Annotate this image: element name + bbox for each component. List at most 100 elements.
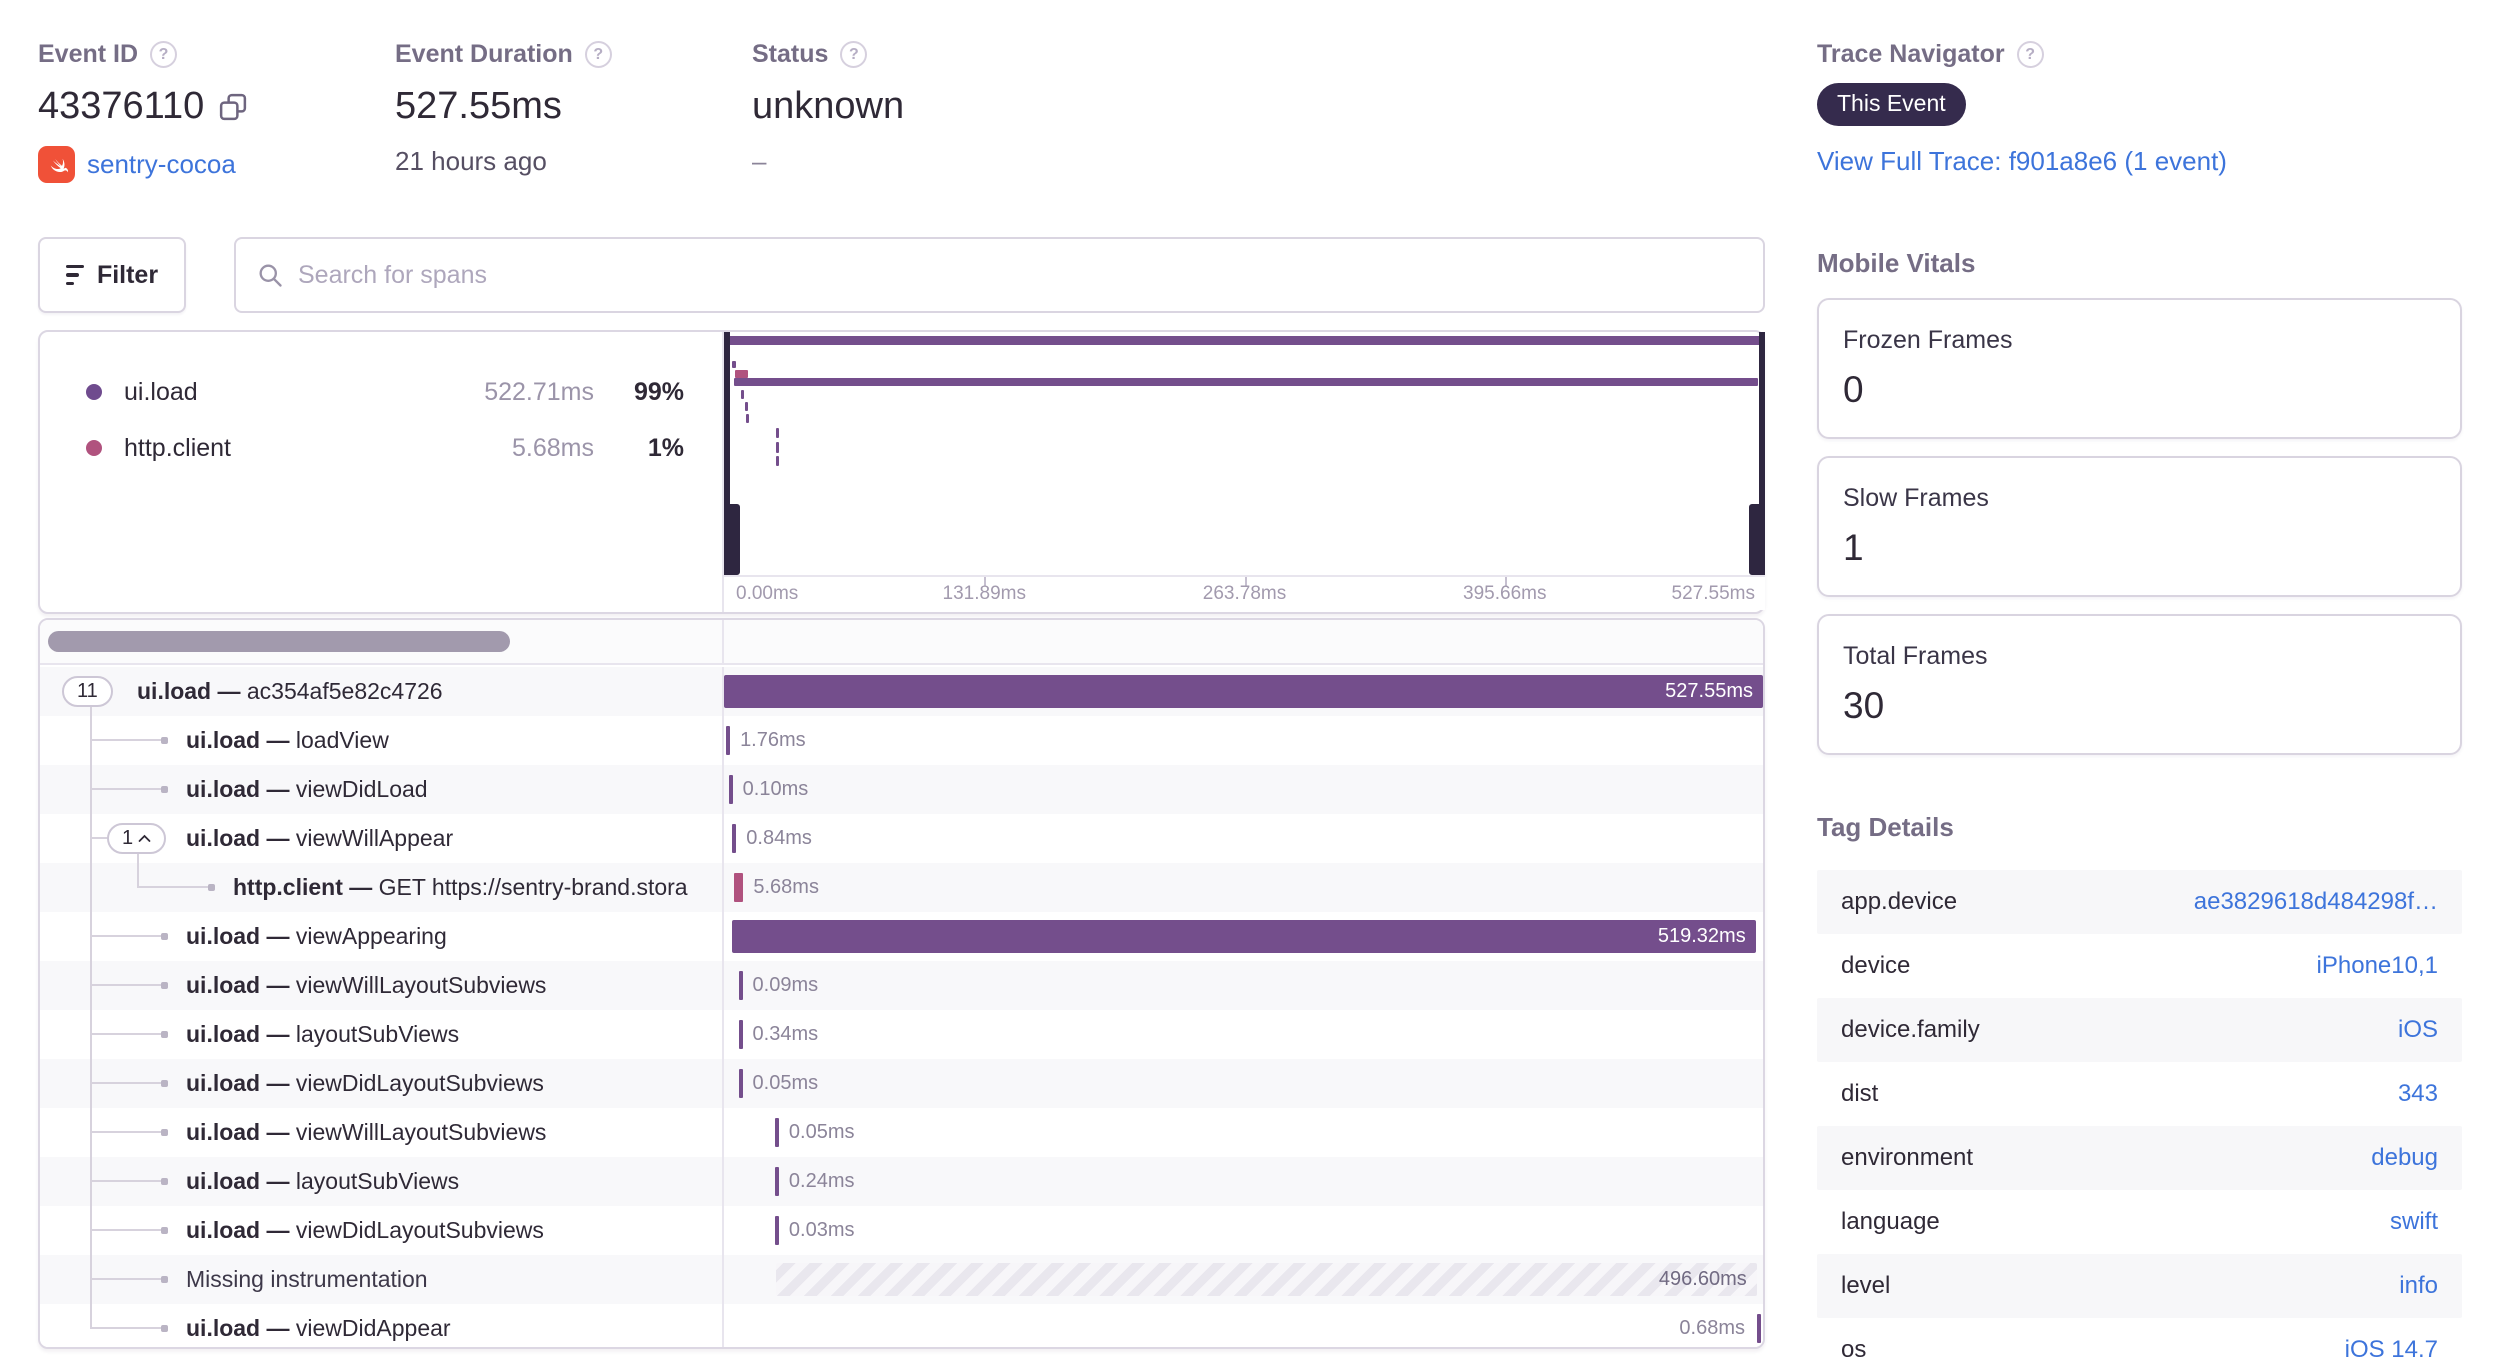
tag-value-link[interactable]: ae3829618d484298f… <box>2194 888 2438 916</box>
mobile-vitals-cards: Frozen Frames 0 Slow Frames 1 Total Frames 30 <box>1817 298 2462 772</box>
span-row[interactable]: 1 ui.load — viewWillAppear 0.84ms <box>40 814 1763 863</box>
tree-connector-dot <box>208 884 215 891</box>
span-duration-tick <box>738 1069 743 1098</box>
vital-label: Frozen Frames <box>1843 326 2013 354</box>
span-children-toggle[interactable]: 1 <box>107 823 167 854</box>
axis-tick-label: 395.66ms <box>1463 583 1547 604</box>
minimap-handle-grip[interactable] <box>1749 504 1765 575</box>
span-row[interactable]: ui.load — viewDidLoad 0.10ms <box>40 765 1763 814</box>
span-row[interactable]: ui.load — viewAppearing 519.32ms <box>40 912 1763 961</box>
minimap-handle-grip[interactable] <box>724 504 740 575</box>
legend-duration: 522.71ms <box>484 378 594 406</box>
span-duration-tick <box>774 1216 779 1245</box>
tag-value-link[interactable]: 343 <box>2398 1080 2438 1108</box>
tag-value-link[interactable]: iOS 14.7 <box>2345 1336 2438 1364</box>
span-row[interactable]: Missing instrumentation 496.60ms <box>40 1255 1763 1304</box>
filter-button-label: Filter <box>96 260 159 289</box>
swift-icon <box>38 146 75 183</box>
tag-key: level <box>1841 1272 1891 1299</box>
span-row[interactable]: ui.load — viewWillLayoutSubviews 0.05ms <box>40 1108 1763 1157</box>
span-row-tree-cell: ui.load — viewDidAppear <box>40 1304 724 1347</box>
span-op: ui.load — <box>186 727 296 753</box>
span-row[interactable]: ui.load — viewWillLayoutSubviews 0.09ms <box>40 961 1763 1010</box>
tag-value-link[interactable]: swift <box>2390 1208 2438 1236</box>
tag-value-link[interactable]: info <box>2399 1272 2438 1300</box>
help-icon[interactable]: ? <box>584 41 612 68</box>
tag-value-link[interactable]: iOS <box>2398 1016 2438 1044</box>
span-duration-tick <box>774 1118 779 1147</box>
span-row-tree-cell: ui.load — viewDidLayoutSubviews <box>40 1206 724 1255</box>
vital-card: Total Frames 30 <box>1817 614 2462 755</box>
span-row-tree-cell: ui.load — viewAppearing <box>40 912 724 961</box>
horizontal-scrollbar[interactable] <box>48 631 510 652</box>
span-row-tree-cell: 1 ui.load — viewWillAppear <box>40 814 724 863</box>
span-description: Missing instrumentation <box>186 1255 428 1304</box>
span-description: ui.load — viewDidLayoutSubviews <box>186 1059 544 1108</box>
help-icon[interactable]: ? <box>150 41 178 68</box>
tree-connector-dot <box>161 1129 168 1136</box>
tag-key: app.device <box>1841 888 1958 915</box>
help-icon[interactable]: ? <box>840 41 868 68</box>
span-row[interactable]: ui.load — layoutSubViews 0.24ms <box>40 1157 1763 1206</box>
span-op: ui.load — <box>186 923 296 949</box>
vital-label: Slow Frames <box>1843 484 1989 512</box>
tree-connector-line <box>90 1229 161 1231</box>
search-input[interactable] <box>298 260 1743 290</box>
span-duration-tick <box>774 1167 779 1196</box>
project-link[interactable]: sentry-cocoa <box>87 149 236 180</box>
span-duration-label: 5.68ms <box>753 876 819 898</box>
span-row-bar-cell: 0.24ms <box>724 1157 1763 1206</box>
span-row[interactable]: ui.load — viewDidLayoutSubviews 0.05ms <box>40 1059 1763 1108</box>
tag-value-link[interactable]: debug <box>2371 1144 2438 1172</box>
tree-connector-line <box>90 788 161 790</box>
span-op: ui.load — <box>137 678 247 704</box>
span-children-toggle[interactable]: 11 <box>62 676 113 707</box>
span-rows: 11 ui.load — ac354af5e82c4726 527.55ms ui.l… <box>40 667 1763 1347</box>
span-row-bar-cell: 0.05ms <box>724 1108 1763 1157</box>
minimap-legend: ui.load 522.71ms 99% http.client 5.68ms 1% <box>40 332 724 612</box>
legend-item[interactable]: http.client 5.68ms 1% <box>40 428 722 468</box>
minimap-span-mark <box>776 442 780 453</box>
span-description: http.client — GET https://sentry-brand.s… <box>233 863 688 912</box>
tag-value-link[interactable]: iPhone10,1 <box>2317 952 2438 980</box>
span-duration-label: 0.09ms <box>752 974 819 996</box>
span-duration-tick <box>726 726 731 755</box>
filter-button[interactable]: Filter <box>38 237 186 313</box>
tree-connector-line <box>90 739 161 741</box>
span-name: viewDidLoad <box>295 776 428 802</box>
span-row[interactable]: ui.load — viewDidLayoutSubviews 0.03ms <box>40 1206 1763 1255</box>
legend-item[interactable]: ui.load 522.71ms 99% <box>40 372 722 412</box>
span-row[interactable]: ui.load — viewDidAppear 0.68ms <box>40 1304 1763 1347</box>
tree-connector-dot <box>161 982 168 989</box>
span-row-bar-cell: 5.68ms <box>724 863 1763 912</box>
tree-connector-line <box>90 984 161 986</box>
vital-value: 0 <box>1843 369 1864 410</box>
span-op: ui.load — <box>186 1070 296 1096</box>
span-row-tree-cell: ui.load — viewWillLayoutSubviews <box>40 1108 724 1157</box>
span-duration-tick <box>734 873 744 902</box>
time-axis: 0.00ms 131.89ms 263.78ms 395.66ms 527.55ms <box>724 575 1765 610</box>
chevron-up-icon <box>138 834 151 842</box>
span-name: GET https://sentry-brand.stora <box>378 874 688 900</box>
tag-row: level info <box>1817 1254 2462 1318</box>
span-name: viewWillLayoutSubviews <box>295 972 547 998</box>
search-icon <box>259 264 282 287</box>
minimap-span-mark <box>776 456 780 466</box>
span-row-tree-cell: ui.load — viewWillLayoutSubviews <box>40 961 724 1010</box>
tag-details-title: Tag Details <box>1817 812 1954 842</box>
span-row[interactable]: ui.load — loadView 1.76ms <box>40 716 1763 765</box>
span-name: layoutSubViews <box>295 1168 460 1194</box>
span-name: viewWillLayoutSubviews <box>295 1119 547 1145</box>
missing-instrumentation-bar: 496.60ms <box>775 1263 1757 1296</box>
minimap-chart[interactable] <box>724 332 1765 575</box>
span-row[interactable]: http.client — GET https://sentry-brand.s… <box>40 863 1763 912</box>
span-duration-label: 0.05ms <box>752 1072 819 1094</box>
tree-connector-line <box>90 935 161 937</box>
copy-icon[interactable] <box>218 92 248 122</box>
span-row[interactable]: ui.load — layoutSubViews 0.34ms <box>40 1010 1763 1059</box>
span-duration-label: 0.05ms <box>788 1121 855 1143</box>
span-row-tree-cell: ui.load — viewDidLayoutSubviews <box>40 1059 724 1108</box>
minimap-span-mark <box>740 390 744 399</box>
sentry-event-page: Event ID ? 43376110 sentry-cocoa Event D… <box>0 0 2494 1366</box>
span-row[interactable]: 11 ui.load — ac354af5e82c4726 527.55ms <box>40 667 1763 716</box>
